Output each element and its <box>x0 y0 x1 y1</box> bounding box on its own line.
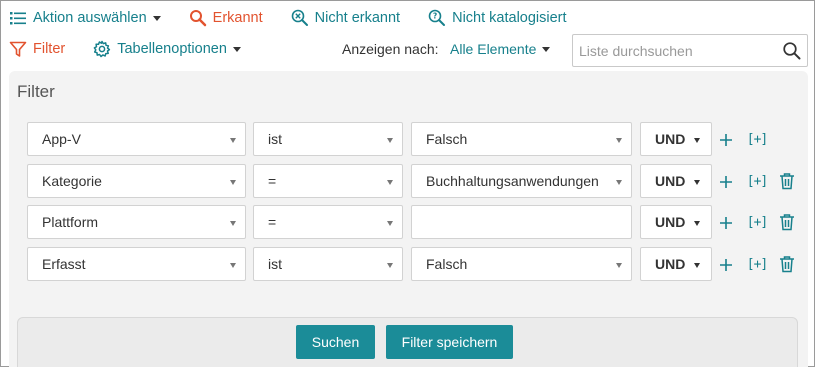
logic-operator-select[interactable]: UND <box>640 122 712 156</box>
field-value: App-V <box>42 131 81 147</box>
list-icon <box>9 9 27 27</box>
field-value: Kategorie <box>42 173 102 189</box>
filter-toggle[interactable]: Filter <box>9 40 65 58</box>
filter-value-select[interactable]: Falsch <box>411 247 632 281</box>
dropdown-arrow-icon <box>230 221 236 226</box>
add-condition-icon[interactable] <box>717 173 735 191</box>
dropdown-arrow-icon <box>230 180 236 185</box>
trash-icon[interactable] <box>778 213 796 231</box>
dropdown-arrow-icon <box>694 221 700 226</box>
dropdown-arrow-icon <box>616 180 622 185</box>
search-x-icon <box>291 9 309 27</box>
operator-value: ist <box>268 256 282 272</box>
search-input[interactable] <box>579 41 779 61</box>
operator-value: ist <box>268 131 282 147</box>
not-cataloged-label: Nicht katalogisiert <box>452 10 567 26</box>
filter-value-input[interactable] <box>411 205 632 239</box>
gear-icon <box>93 40 111 58</box>
filter-panel: Filter App-V ist Falsch UND [+] Kategori… <box>9 71 808 367</box>
field-value: Plattform <box>42 214 99 230</box>
add-condition-icon[interactable] <box>717 131 735 149</box>
filter-field-select[interactable]: Plattform <box>27 205 246 239</box>
filter-operator-select[interactable]: = <box>253 164 403 198</box>
filter-operator-select[interactable]: = <box>253 205 403 239</box>
dropdown-arrow-icon <box>616 263 622 268</box>
dropdown-arrow-icon <box>230 263 236 268</box>
recognized-button[interactable]: Erkannt <box>189 9 263 27</box>
table-options-label: Tabellenoptionen <box>117 41 227 57</box>
not-recognized-label: Nicht erkannt <box>314 10 401 26</box>
add-group-icon[interactable]: [+] <box>745 172 769 190</box>
filter-field-select[interactable]: Erfasst <box>27 247 246 281</box>
dropdown-arrow-icon <box>694 180 700 185</box>
dropdown-arrow-icon <box>694 138 700 143</box>
operator-value: = <box>268 173 277 189</box>
logic-operator-select[interactable]: UND <box>640 205 712 239</box>
value-text: Buchhaltungsanwendungen <box>426 173 599 189</box>
trash-icon[interactable] <box>778 255 796 273</box>
add-group-icon[interactable]: [+] <box>745 213 769 231</box>
filter-value-select[interactable]: Falsch <box>411 122 632 156</box>
dropdown-arrow-icon <box>616 138 622 143</box>
value-text: Falsch <box>426 256 468 272</box>
logic-operator-select[interactable]: UND <box>640 247 712 281</box>
search-box <box>572 34 808 67</box>
logic-operator-select[interactable]: UND <box>640 164 712 198</box>
window-frame: Aktion auswählen Erkannt Nicht erkannt ?… <box>0 0 815 367</box>
save-filter-button[interactable]: Filter speichern <box>386 325 513 359</box>
dropdown-arrow-icon <box>387 138 393 143</box>
search-icon <box>189 9 207 27</box>
panel-title: Filter <box>17 82 55 101</box>
filter-value-select[interactable]: Buchhaltungsanwendungen <box>411 164 632 198</box>
logic-value: UND <box>655 173 686 189</box>
logic-value: UND <box>655 131 686 147</box>
add-condition-icon[interactable] <box>717 214 735 232</box>
chevron-down-icon <box>152 15 161 21</box>
show-by-label: Anzeigen nach: <box>342 41 439 57</box>
table-options-menu[interactable]: Tabellenoptionen <box>93 40 241 58</box>
recognized-label: Erkannt <box>212 10 263 26</box>
dropdown-arrow-icon <box>230 138 236 143</box>
select-action-label: Aktion auswählen <box>33 10 147 26</box>
search-question-icon: ? <box>428 9 446 27</box>
svg-text:?: ? <box>433 12 437 21</box>
value-text: Falsch <box>426 131 468 147</box>
search-icon[interactable] <box>782 41 802 61</box>
search-button[interactable]: Suchen <box>296 325 375 359</box>
dropdown-arrow-icon <box>694 263 700 268</box>
trash-icon[interactable] <box>778 172 796 190</box>
show-by-select[interactable]: Alle Elemente <box>450 41 551 57</box>
operator-value: = <box>268 214 277 230</box>
dropdown-arrow-icon <box>387 263 393 268</box>
filter-field-select[interactable]: Kategorie <box>27 164 246 198</box>
filter-operator-select[interactable]: ist <box>253 122 403 156</box>
chevron-down-icon <box>542 46 551 52</box>
show-by-value: Alle Elemente <box>450 41 537 57</box>
logic-value: UND <box>655 214 686 230</box>
not-recognized-button[interactable]: Nicht erkannt <box>291 9 400 27</box>
dropdown-arrow-icon <box>387 221 393 226</box>
not-cataloged-button[interactable]: ? Nicht katalogisiert <box>428 9 567 27</box>
toolbar: Aktion auswählen Erkannt Nicht erkannt ?… <box>9 7 595 29</box>
field-value: Erfasst <box>42 256 86 272</box>
add-condition-icon[interactable] <box>717 256 735 274</box>
select-action-menu[interactable]: Aktion auswählen <box>9 9 161 27</box>
toolbar-row-2: Filter Tabellenoptionen <box>9 38 269 60</box>
filter-field-select[interactable]: App-V <box>27 122 246 156</box>
add-group-icon[interactable]: [+] <box>745 130 769 148</box>
chevron-down-icon <box>232 46 241 52</box>
filter-operator-select[interactable]: ist <box>253 247 403 281</box>
add-group-icon[interactable]: [+] <box>745 255 769 273</box>
filter-label: Filter <box>33 41 66 57</box>
dropdown-arrow-icon <box>387 180 393 185</box>
funnel-icon <box>9 40 27 58</box>
logic-value: UND <box>655 256 686 272</box>
